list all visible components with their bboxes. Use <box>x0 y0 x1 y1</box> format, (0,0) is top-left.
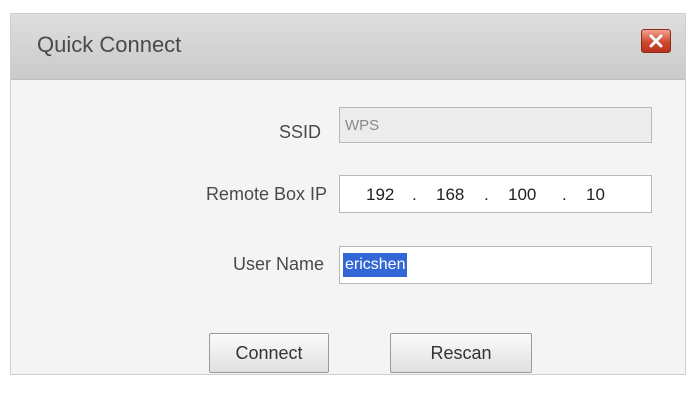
ssid-value: WPS <box>345 117 380 134</box>
title-bar[interactable]: Quick Connect <box>11 14 685 80</box>
user-name-value: ericshen <box>343 253 408 277</box>
user-name-input[interactable]: ericshen <box>339 246 652 284</box>
remote-box-ip-label: Remote Box IP <box>205 184 327 204</box>
ip-separator: . <box>562 185 567 204</box>
close-icon <box>649 34 663 48</box>
rescan-button[interactable]: Rescan <box>390 333 532 373</box>
ip-octet-2[interactable]: 168 <box>436 185 464 205</box>
close-button[interactable] <box>641 29 671 53</box>
ssid-label: SSID <box>278 122 321 142</box>
ip-separator: . <box>412 185 417 204</box>
ip-octet-4[interactable]: 10 <box>586 185 605 205</box>
connect-button[interactable]: Connect <box>209 333 329 373</box>
user-name-label: User Name <box>232 254 324 274</box>
ip-octet-3[interactable]: 100 <box>508 185 536 205</box>
remote-box-ip-field[interactable]: 192 . 168 . 100 . 10 <box>339 175 652 213</box>
quick-connect-dialog: Quick Connect SSID WPS Remote Box IP 192… <box>10 13 686 375</box>
ip-separator: . <box>484 185 489 204</box>
dialog-title: Quick Connect <box>37 32 182 57</box>
ip-octet-1[interactable]: 192 <box>366 185 394 205</box>
ssid-field: WPS <box>339 107 652 143</box>
